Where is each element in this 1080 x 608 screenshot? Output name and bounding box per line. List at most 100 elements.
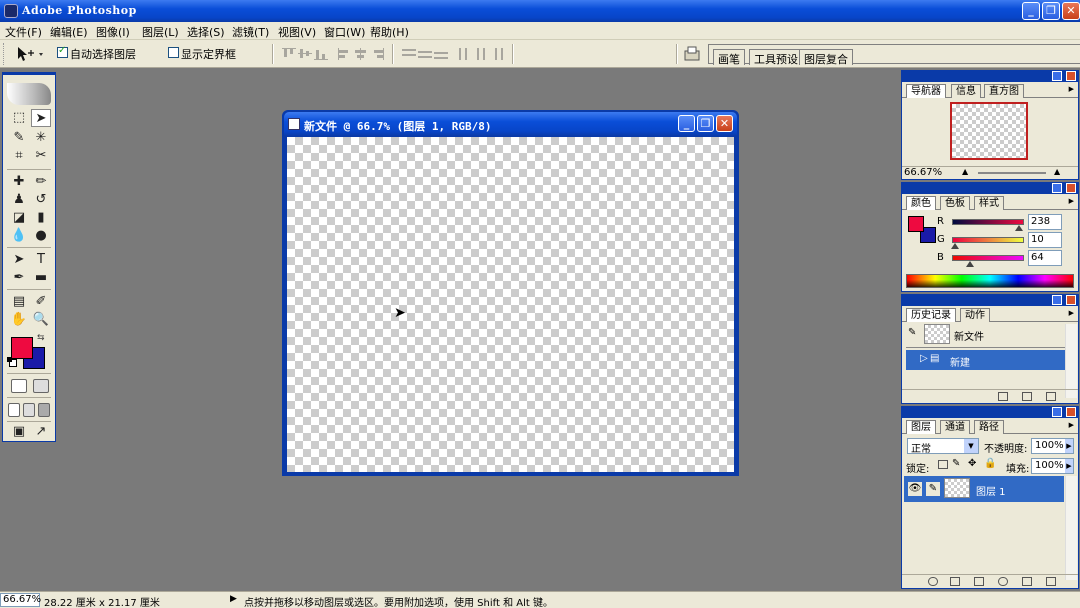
b-value-field[interactable]: 64	[1028, 250, 1062, 266]
layer-row[interactable]: 👁 ✎ 图层 1	[904, 476, 1064, 502]
tab-color[interactable]: 颜色	[906, 196, 936, 210]
layer-style-icon[interactable]	[928, 577, 938, 586]
file-browser-icon[interactable]	[683, 45, 701, 63]
navigator-zoom-slider[interactable]	[978, 172, 1046, 174]
new-snapshot-icon[interactable]	[1022, 392, 1032, 401]
eye-icon[interactable]: 👁	[908, 482, 922, 496]
status-zoom-field[interactable]: 66.67%	[0, 593, 41, 607]
magic-wand-tool-icon[interactable]: ✳	[31, 129, 51, 147]
feather-logo-icon[interactable]	[7, 83, 51, 105]
align-bottom-icon[interactable]	[314, 48, 328, 60]
lock-pixels-icon[interactable]: ✎	[952, 458, 960, 469]
tab-styles[interactable]: 样式	[974, 196, 1004, 210]
document-icon[interactable]	[288, 118, 300, 130]
eyedropper-tool-icon[interactable]: ✐	[31, 293, 51, 311]
fill-field[interactable]: 100% ▶	[1031, 458, 1074, 474]
menu-window[interactable]: 窗口(W)	[324, 24, 365, 40]
menu-image[interactable]: 图像(I)	[96, 24, 130, 40]
document-titlebar[interactable]: 新文件 @ 66.7% (图层 1, RGB/8) _ ❐ ✕	[284, 112, 737, 136]
history-snapshot-row[interactable]: ✎ 新文件	[906, 324, 1066, 344]
doc-minimize-button[interactable]: _	[678, 115, 695, 132]
history-scrollbar[interactable]	[1065, 324, 1077, 398]
tab-paths[interactable]: 路径	[974, 420, 1004, 434]
screen-mode-full-button[interactable]	[38, 403, 50, 417]
auto-select-layer-checkbox[interactable]	[57, 45, 68, 58]
photoshop-app-icon[interactable]	[4, 4, 18, 18]
palette-minimize-button[interactable]	[1052, 295, 1062, 305]
g-slider-thumb[interactable]	[951, 243, 959, 249]
g-value-field[interactable]: 10	[1028, 232, 1062, 248]
palette-menu-icon[interactable]: ▶	[1069, 85, 1074, 93]
dodge-tool-icon[interactable]: ●	[31, 227, 51, 245]
menu-select[interactable]: 选择(S)	[187, 24, 225, 40]
align-vcenter-icon[interactable]	[298, 48, 312, 60]
align-top-icon[interactable]	[282, 48, 296, 60]
lasso-tool-icon[interactable]: ✎	[9, 129, 29, 147]
history-state-row[interactable]: ▷ ▤ 新建	[906, 350, 1066, 370]
path-selection-tool-icon[interactable]: ➤	[9, 251, 29, 269]
brush-tool-icon[interactable]: ✏	[31, 173, 51, 191]
r-slider[interactable]	[952, 219, 1024, 225]
opacity-field[interactable]: 100% ▶	[1031, 438, 1074, 454]
menu-filter[interactable]: 滤镜(T)	[232, 24, 269, 40]
tab-history[interactable]: 历史记录	[906, 308, 956, 322]
menu-file[interactable]: 文件(F)	[5, 24, 42, 40]
b-slider-thumb[interactable]	[966, 261, 974, 267]
show-bounding-box-checkbox[interactable]	[168, 47, 179, 58]
history-brush-source-icon[interactable]: ✎	[908, 327, 916, 338]
status-menu-icon[interactable]: ▶	[230, 594, 237, 604]
color-spectrum-bar[interactable]	[906, 274, 1074, 288]
new-document-from-state-icon[interactable]	[998, 392, 1008, 401]
palette-close-button[interactable]	[1066, 295, 1076, 305]
crop-tool-icon[interactable]: ⌗	[9, 147, 29, 165]
type-tool-icon[interactable]: T	[31, 251, 51, 269]
zoom-tool-icon[interactable]: 🔍	[31, 311, 51, 329]
new-layer-icon[interactable]	[1022, 577, 1032, 586]
layer-mask-icon[interactable]	[950, 577, 960, 586]
color-foreground-swatch[interactable]	[908, 216, 924, 232]
tab-swatches[interactable]: 色板	[940, 196, 970, 210]
tab-info[interactable]: 信息	[951, 84, 981, 98]
healing-brush-tool-icon[interactable]: ✚	[9, 173, 29, 191]
layers-scrollbar[interactable]	[1065, 476, 1077, 580]
g-slider[interactable]	[952, 237, 1024, 243]
close-button[interactable]: ✕	[1062, 2, 1080, 20]
screen-mode-standard-button[interactable]	[8, 403, 20, 417]
tab-histogram[interactable]: 直方图	[984, 84, 1024, 98]
tab-layers[interactable]: 图层	[906, 420, 936, 434]
distribute-hcenter-icon[interactable]	[474, 48, 488, 60]
layer-name[interactable]: 图层 1	[976, 483, 1006, 498]
align-left-icon[interactable]	[338, 48, 352, 60]
well-tab-layer-comps[interactable]: 图层复合	[799, 49, 853, 66]
palette-close-button[interactable]	[1066, 407, 1076, 417]
align-right-icon[interactable]	[370, 48, 384, 60]
marquee-tool-icon[interactable]: ⬚	[9, 109, 29, 127]
notes-tool-icon[interactable]: ▤	[9, 293, 29, 311]
distribute-bottom-icon[interactable]	[434, 48, 448, 60]
doc-close-button[interactable]: ✕	[716, 115, 733, 132]
pen-tool-icon[interactable]: ✒	[9, 269, 29, 287]
eraser-tool-icon[interactable]: ◪	[9, 209, 29, 227]
align-hcenter-icon[interactable]	[354, 48, 368, 60]
gradient-tool-icon[interactable]: ▮	[31, 209, 51, 227]
swap-colors-icon[interactable]: ⇆	[37, 333, 45, 343]
clone-stamp-tool-icon[interactable]: ♟	[9, 191, 29, 209]
lock-transparency-icon[interactable]	[938, 460, 948, 469]
r-value-field[interactable]: 238	[1028, 214, 1062, 230]
foreground-color-swatch[interactable]	[11, 337, 33, 359]
doc-maximize-button[interactable]: ❐	[697, 115, 714, 132]
tab-navigator[interactable]: 导航器	[906, 84, 946, 98]
jump-to-icon[interactable]: ↗	[31, 423, 51, 441]
zoom-in-icon[interactable]: ▲	[1054, 167, 1060, 176]
imageready-icon[interactable]: ▣	[9, 423, 29, 441]
palette-close-button[interactable]	[1066, 71, 1076, 81]
menu-edit[interactable]: 编辑(E)	[50, 24, 88, 40]
menu-help[interactable]: 帮助(H)	[370, 24, 409, 40]
tab-actions[interactable]: 动作	[960, 308, 990, 322]
maximize-button[interactable]: ❐	[1042, 2, 1060, 20]
navigator-thumbnail[interactable]	[950, 102, 1028, 160]
slice-tool-icon[interactable]: ✂	[31, 147, 51, 165]
minimize-button[interactable]: _	[1022, 2, 1040, 20]
shape-tool-icon[interactable]: ▬	[31, 269, 51, 287]
palette-menu-icon[interactable]: ▶	[1069, 309, 1074, 317]
